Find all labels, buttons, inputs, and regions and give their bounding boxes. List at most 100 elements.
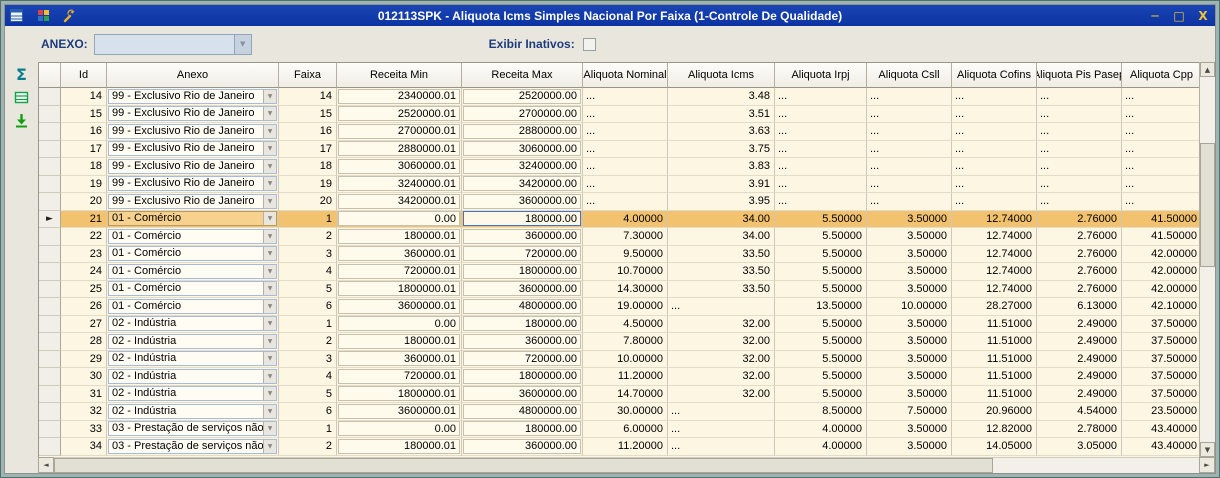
cell-aliquota_irpj[interactable]: 5.50000 [775, 210, 867, 228]
cell-anexo[interactable]: 01 - Comércio ▼ [107, 280, 279, 298]
anexo-combo[interactable]: 02 - Indústria ▼ [108, 351, 277, 367]
title-bar[interactable]: 012113SPK - Aliquota Icms Simples Nacion… [5, 5, 1215, 26]
cell-aliquota_pis_pasep[interactable]: ... [1037, 193, 1122, 211]
cell-faixa[interactable]: 4 [279, 263, 337, 281]
cell-receita_max[interactable]: 1800000.00 [462, 263, 583, 281]
cell-faixa[interactable]: 16 [279, 123, 337, 141]
cell-faixa[interactable]: 4 [279, 368, 337, 386]
cell-receita_max[interactable]: 3600000.00 [462, 280, 583, 298]
cell-id[interactable]: 18 [61, 158, 107, 176]
cell-receita_max[interactable]: 3240000.00 [462, 158, 583, 176]
row-selector[interactable] [39, 140, 61, 158]
dropdown-arrow-icon[interactable]: ▼ [263, 142, 276, 156]
cell-aliquota_irpj[interactable]: 5.50000 [775, 263, 867, 281]
cell-aliquota_nominal[interactable]: ... [583, 140, 668, 158]
cell-aliquota_csll[interactable]: 3.50000 [867, 280, 952, 298]
cell-receita_max[interactable]: 3060000.00 [462, 140, 583, 158]
cell-aliquota_icms[interactable]: 3.95 [668, 193, 775, 211]
cell-aliquota_cofins[interactable]: ... [952, 140, 1037, 158]
cell-id[interactable]: 14 [61, 88, 107, 106]
anexo-combo[interactable]: 99 - Exclusivo Rio de Janeiro ▼ [108, 123, 277, 139]
row-selector[interactable] [39, 158, 61, 176]
cell-faixa[interactable]: 20 [279, 193, 337, 211]
cell-aliquota_csll[interactable]: ... [867, 193, 952, 211]
cell-aliquota_cofins[interactable]: 12.74000 [952, 280, 1037, 298]
dropdown-arrow-icon[interactable]: ▼ [263, 177, 276, 191]
scroll-left-button[interactable]: ◄ [38, 457, 54, 473]
column-header-receita_min[interactable]: Receita Min [337, 63, 462, 88]
cell-aliquota_cofins[interactable]: 12.74000 [952, 228, 1037, 246]
cell-faixa[interactable]: 2 [279, 438, 337, 456]
cell-aliquota_cofins[interactable]: ... [952, 158, 1037, 176]
cell-aliquota_cofins[interactable]: ... [952, 123, 1037, 141]
cell-aliquota_pis_pasep[interactable]: 2.76000 [1037, 280, 1122, 298]
cell-aliquota_icms[interactable]: ... [668, 403, 775, 421]
cell-aliquota_pis_pasep[interactable]: 2.49000 [1037, 385, 1122, 403]
cell-receita_max[interactable]: 2880000.00 [462, 123, 583, 141]
anexo-combo[interactable]: 01 - Comércio ▼ [108, 246, 277, 262]
cell-id[interactable]: 26 [61, 298, 107, 316]
cell-aliquota_cofins[interactable]: ... [952, 175, 1037, 193]
cell-receita_min[interactable]: 1800000.01 [337, 280, 462, 298]
cell-aliquota_csll[interactable]: 3.50000 [867, 315, 952, 333]
cell-aliquota_cofins[interactable]: 11.51000 [952, 350, 1037, 368]
cell-aliquota_nominal[interactable]: ... [583, 105, 668, 123]
cell-aliquota_pis_pasep[interactable]: ... [1037, 140, 1122, 158]
cell-aliquota_cpp[interactable]: ... [1122, 193, 1199, 211]
cell-id[interactable]: 16 [61, 123, 107, 141]
cell-aliquota_icms[interactable]: ... [668, 438, 775, 456]
row-selector[interactable] [39, 228, 61, 246]
row-selector[interactable] [39, 245, 61, 263]
cell-aliquota_pis_pasep[interactable]: ... [1037, 105, 1122, 123]
cell-aliquota_icms[interactable]: 33.50 [668, 263, 775, 281]
row-selector[interactable] [39, 350, 61, 368]
cell-aliquota_icms[interactable]: 3.75 [668, 140, 775, 158]
row-selector[interactable] [39, 280, 61, 298]
cell-aliquota_cpp[interactable]: 37.50000 [1122, 368, 1199, 386]
cell-anexo[interactable]: 99 - Exclusivo Rio de Janeiro ▼ [107, 193, 279, 211]
cell-receita_max[interactable]: 180000.00 [462, 315, 583, 333]
anexo-combo[interactable]: 01 - Comércio ▼ [108, 228, 277, 244]
cell-aliquota_nominal[interactable]: 4.00000 [583, 210, 668, 228]
cell-faixa[interactable]: 3 [279, 245, 337, 263]
cell-aliquota_cofins[interactable]: 12.74000 [952, 263, 1037, 281]
cell-anexo[interactable]: 03 - Prestação de serviços não ▼ [107, 420, 279, 438]
cell-faixa[interactable]: 19 [279, 175, 337, 193]
row-selector[interactable] [39, 193, 61, 211]
column-header-aliquota_icms[interactable]: Aliquota Icms [668, 63, 775, 88]
cell-aliquota_pis_pasep[interactable]: 4.54000 [1037, 403, 1122, 421]
cell-aliquota_csll[interactable]: 3.50000 [867, 245, 952, 263]
cell-faixa[interactable]: 5 [279, 385, 337, 403]
anexo-combo[interactable]: 99 - Exclusivo Rio de Janeiro ▼ [108, 176, 277, 192]
row-selector[interactable] [39, 123, 61, 141]
cell-aliquota_irpj[interactable]: 5.50000 [775, 350, 867, 368]
cell-aliquota_nominal[interactable]: ... [583, 175, 668, 193]
anexo-combo[interactable]: 02 - Indústria ▼ [108, 386, 277, 402]
cell-aliquota_cpp[interactable]: 41.50000 [1122, 228, 1199, 246]
cell-aliquota_csll[interactable]: 3.50000 [867, 385, 952, 403]
anexo-combo[interactable]: 99 - Exclusivo Rio de Janeiro ▼ [108, 141, 277, 157]
row-selector[interactable] [39, 298, 61, 316]
cell-aliquota_nominal[interactable]: 19.00000 [583, 298, 668, 316]
column-header-aliquota_csll[interactable]: Aliquota Csll [867, 63, 952, 88]
cell-aliquota_cofins[interactable]: 14.05000 [952, 438, 1037, 456]
cell-aliquota_icms[interactable]: ... [668, 420, 775, 438]
cell-faixa[interactable]: 1 [279, 315, 337, 333]
cell-faixa[interactable]: 3 [279, 350, 337, 368]
cell-anexo[interactable]: 02 - Indústria ▼ [107, 315, 279, 333]
row-selector[interactable] [39, 385, 61, 403]
cell-receita_min[interactable]: 2700000.01 [337, 123, 462, 141]
cell-receita_max[interactable]: 720000.00 [462, 245, 583, 263]
dropdown-arrow-icon[interactable]: ▼ [263, 124, 276, 138]
cell-id[interactable]: 25 [61, 280, 107, 298]
cell-aliquota_csll[interactable]: 3.50000 [867, 420, 952, 438]
cell-aliquota_icms[interactable]: 32.00 [668, 385, 775, 403]
anexo-combo[interactable]: 02 - Indústria ▼ [108, 333, 277, 349]
cell-aliquota_icms[interactable]: 34.00 [668, 210, 775, 228]
cell-anexo[interactable]: 99 - Exclusivo Rio de Janeiro ▼ [107, 123, 279, 141]
maximize-button[interactable]: □ [1171, 9, 1187, 23]
cell-aliquota_pis_pasep[interactable]: 3.05000 [1037, 438, 1122, 456]
anexo-combo[interactable]: 99 - Exclusivo Rio de Janeiro ▼ [108, 158, 277, 174]
cell-aliquota_pis_pasep[interactable]: 2.49000 [1037, 333, 1122, 351]
cell-receita_min[interactable]: 3420000.01 [337, 193, 462, 211]
